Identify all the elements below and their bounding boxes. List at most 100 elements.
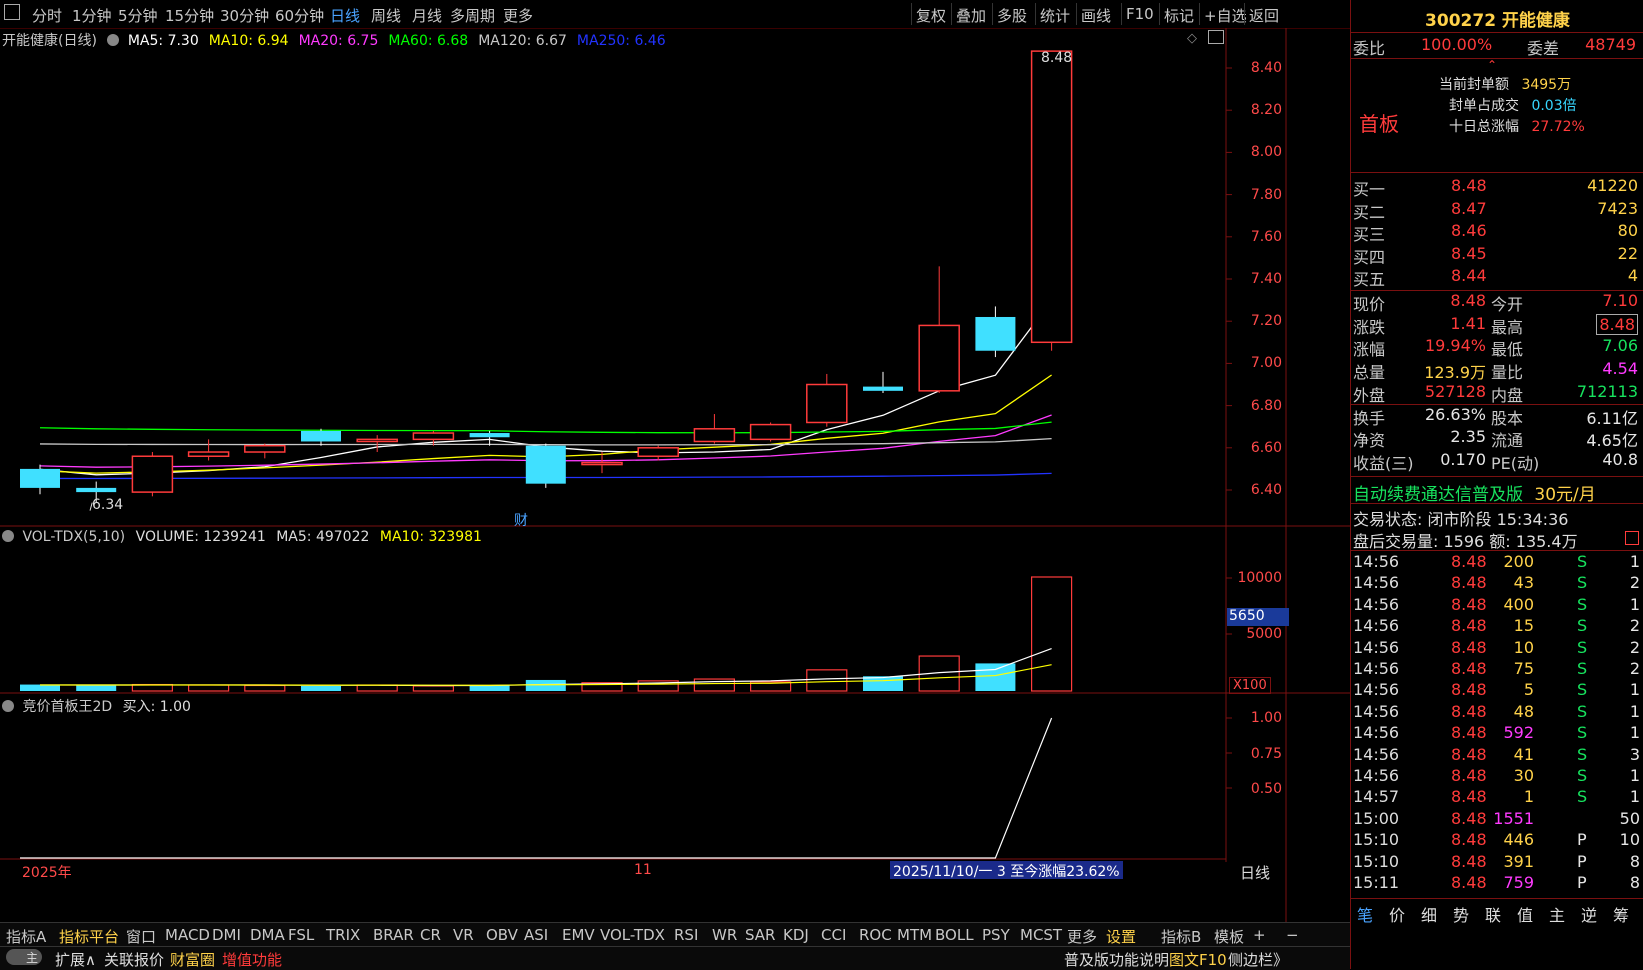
bottom-link[interactable]: 扩展∧ xyxy=(55,949,96,970)
price-ytick: 6.40 xyxy=(1250,482,1282,498)
expand-arrow-icon[interactable]: ⌃ xyxy=(1487,58,1497,72)
indicator-tab[interactable]: MCST xyxy=(1020,926,1062,944)
indicator-tab[interactable]: BOLL xyxy=(935,926,974,944)
period-tab[interactable]: 月线 xyxy=(412,5,442,26)
indicator-tab[interactable]: WR xyxy=(712,926,737,944)
collapse-icon[interactable] xyxy=(2,700,14,712)
indicator-tab[interactable]: DMI xyxy=(212,926,241,944)
side-tab[interactable]: 细 xyxy=(1421,902,1437,926)
indicator-tab[interactable]: 设置 xyxy=(1106,926,1136,947)
side-tab[interactable]: 联 xyxy=(1485,902,1501,926)
indicator-tab[interactable]: EMV xyxy=(562,926,595,944)
volume-bar xyxy=(244,684,286,692)
finance-marker[interactable]: 财 xyxy=(514,510,528,530)
indicator-tab[interactable]: 模板 xyxy=(1214,926,1244,947)
bid-row[interactable]: 买三 8.46 80 xyxy=(1351,221,1643,244)
indicator-tab[interactable]: CCI xyxy=(821,926,846,944)
toolbar-button[interactable]: 画线 xyxy=(1081,5,1111,26)
candle-body xyxy=(20,468,60,488)
stat-row: 涨跌 1.41 最高 8.48 xyxy=(1351,313,1643,337)
period-tab[interactable]: 日线 xyxy=(330,5,360,26)
settings-icon[interactable] xyxy=(107,34,120,46)
toolbar-button[interactable]: 标记 xyxy=(1164,5,1194,26)
indicator-tab[interactable]: PSY xyxy=(982,926,1010,944)
indicator-tab[interactable]: MACD xyxy=(165,926,210,944)
indicator-tab[interactable]: 窗口 xyxy=(126,926,156,947)
promo-link[interactable]: 自动续费通达信普及版 30元/月 xyxy=(1353,480,1596,505)
indicator-tab[interactable]: 指标A xyxy=(6,926,46,947)
indicator-tab[interactable]: OBV xyxy=(486,926,518,944)
indicator-tab[interactable]: 指标平台 xyxy=(59,926,119,947)
indicator-tab[interactable]: ROC xyxy=(859,926,892,944)
toolbar-button[interactable]: 统计 xyxy=(1040,5,1070,26)
side-tab[interactable]: 价 xyxy=(1389,902,1405,926)
indicator-tab[interactable]: CR xyxy=(420,926,441,944)
period-tab[interactable]: 周线 xyxy=(371,5,401,26)
side-tab[interactable]: 主 xyxy=(1549,902,1565,926)
indicator-tab[interactable]: FSL xyxy=(288,926,314,944)
indicator-tab[interactable]: VR xyxy=(453,926,474,944)
toolbar-button[interactable]: 叠加 xyxy=(956,5,986,26)
window-icon[interactable] xyxy=(4,4,20,20)
indicator-tab[interactable]: ASI xyxy=(524,926,548,944)
indicator-tab[interactable]: SAR xyxy=(745,926,775,944)
indicator-tab[interactable]: 指标B xyxy=(1161,926,1201,947)
collapse-icon[interactable] xyxy=(2,530,14,542)
period-tab[interactable]: 5分钟 xyxy=(118,5,158,26)
volume-bar xyxy=(469,685,510,691)
indicator-tab[interactable]: RSI xyxy=(674,926,698,944)
indicator-tab[interactable]: VOL-TDX xyxy=(600,926,665,944)
trade-row: 14:56 8.48 592 S 1 xyxy=(1353,723,1640,743)
toolbar-button[interactable]: 复权 xyxy=(916,5,946,26)
bid-row[interactable]: 买五 8.44 4 xyxy=(1351,266,1643,289)
chart-svg[interactable] xyxy=(0,28,1350,922)
main-chart-header: 开能健康(日线) MA5: 7.30 MA10: 6.94 MA20: 6.75 MA… xyxy=(2,30,676,50)
indicator-tab[interactable]: 更多 xyxy=(1067,926,1097,947)
bottom-right-link[interactable]: 侧边栏》 xyxy=(1228,949,1288,970)
period-tab[interactable]: 60分钟 xyxy=(275,5,324,26)
price-ytick: 7.00 xyxy=(1250,355,1282,372)
period-tab[interactable]: 30分钟 xyxy=(220,5,269,26)
toolbar-button[interactable]: 多股 xyxy=(997,5,1027,26)
period-tab[interactable]: 1分钟 xyxy=(72,5,112,26)
period-label[interactable]: 日线 xyxy=(1240,862,1270,883)
candle-body xyxy=(637,447,679,457)
stat-row: 净资 2.35 流通 4.65亿 xyxy=(1353,427,1638,451)
main-toggle[interactable]: 主 xyxy=(6,949,42,965)
candle-body xyxy=(301,430,341,442)
volume-value: VOLUME: 1239241 xyxy=(135,529,266,545)
bottom-right-link[interactable]: 图文F10 xyxy=(1169,949,1227,970)
calendar-icon[interactable] xyxy=(1625,531,1639,545)
period-tab[interactable]: 多周期 xyxy=(450,5,495,26)
side-tab[interactable]: 值 xyxy=(1517,902,1533,926)
period-tab[interactable]: 分时 xyxy=(32,5,62,26)
bid-row[interactable]: 买一 8.48 41220 xyxy=(1351,176,1643,199)
diamond-icon[interactable]: ◇ xyxy=(1187,31,1197,46)
bottom-link[interactable]: 财富圈 xyxy=(170,949,215,970)
indicator-tab[interactable]: + xyxy=(1253,926,1266,944)
indicator-tab[interactable]: BRAR xyxy=(373,926,414,944)
toolbar-button[interactable]: F10 xyxy=(1126,5,1154,23)
period-tab[interactable]: 15分钟 xyxy=(165,5,214,26)
bottom-link[interactable]: 关联报价 xyxy=(104,949,164,970)
volume-header: VOL-TDX(5,10) VOLUME: 1239241 MA5: 49702… xyxy=(2,529,482,545)
side-tab[interactable]: 筹 xyxy=(1613,902,1629,926)
side-tab[interactable]: 笔 xyxy=(1357,902,1373,926)
panel-toggle-icon[interactable] xyxy=(1208,30,1224,44)
side-tab[interactable]: 势 xyxy=(1453,902,1469,926)
indicator-line xyxy=(20,717,1053,859)
volume-bar xyxy=(1030,576,1073,692)
bottom-right-link[interactable]: 普及版功能说明 xyxy=(1064,949,1169,970)
toolbar-button[interactable]: +自选 xyxy=(1204,5,1247,26)
indicator-tab[interactable]: DMA xyxy=(250,926,285,944)
toolbar-button[interactable]: 返回 xyxy=(1249,5,1279,26)
indicator-tab[interactable]: MTM xyxy=(897,926,932,944)
side-tab[interactable]: 逆 xyxy=(1581,902,1597,926)
indicator-tab[interactable]: TRIX xyxy=(326,926,360,944)
indicator-tab[interactable]: KDJ xyxy=(783,926,809,944)
indicator-tab[interactable]: − xyxy=(1286,926,1299,944)
bottom-link[interactable]: 增值功能 xyxy=(222,949,282,970)
bid-row[interactable]: 买二 8.47 7423 xyxy=(1351,199,1643,222)
period-tab[interactable]: 更多 xyxy=(503,5,533,26)
bid-row[interactable]: 买四 8.45 22 xyxy=(1351,244,1643,267)
